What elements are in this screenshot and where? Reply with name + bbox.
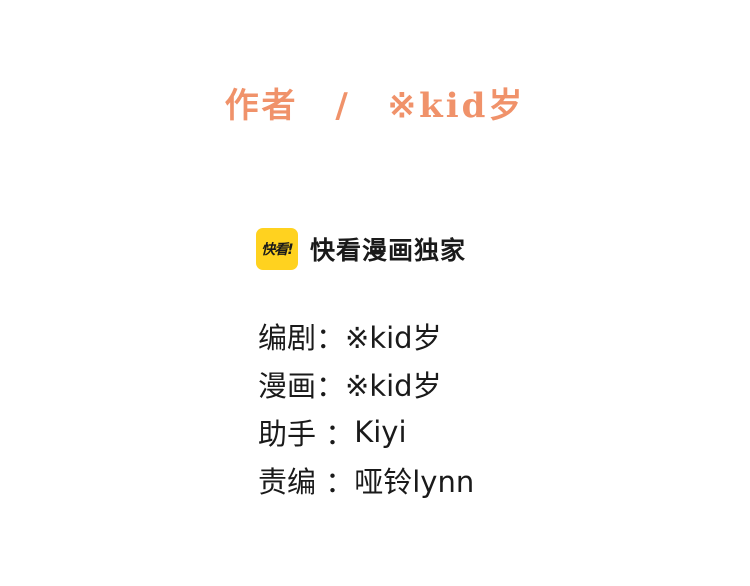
- credit-label: 编剧：: [258, 321, 346, 355]
- author-name: ※kid岁: [387, 86, 526, 126]
- author-line: 作者 / ※kid岁: [0, 78, 750, 127]
- credit-row-screenwriter: 编剧： ※kid岁: [258, 312, 474, 360]
- author-label: 作者: [224, 86, 299, 126]
- credit-row-artist: 漫画： ※kid岁: [258, 360, 474, 408]
- credit-value: 哑铃lynn: [354, 465, 475, 499]
- kuaikan-logo-icon: 快看!: [256, 228, 298, 270]
- credit-label: 责编 ：: [258, 465, 355, 499]
- credit-label: 漫画：: [258, 369, 346, 403]
- credit-row-editor: 责编 ： 哑铃lynn: [258, 456, 474, 504]
- credit-value: ※kid岁: [345, 321, 442, 355]
- logo-text: 快看!: [261, 242, 293, 258]
- brand-block: 快看! 快看漫画独家: [256, 228, 466, 270]
- brand-title: 快看漫画独家: [310, 236, 467, 265]
- credits-list: 编剧： ※kid岁 漫画： ※kid岁 助手 ： Kiyi 责编 ： 哑铃lyn…: [258, 312, 474, 504]
- credit-value: Kiyi: [354, 415, 407, 449]
- credit-row-assistant: 助手 ： Kiyi: [258, 408, 474, 456]
- credit-value: ※kid岁: [345, 369, 442, 403]
- credit-label: 助手 ：: [258, 417, 355, 451]
- author-separator: /: [335, 86, 351, 126]
